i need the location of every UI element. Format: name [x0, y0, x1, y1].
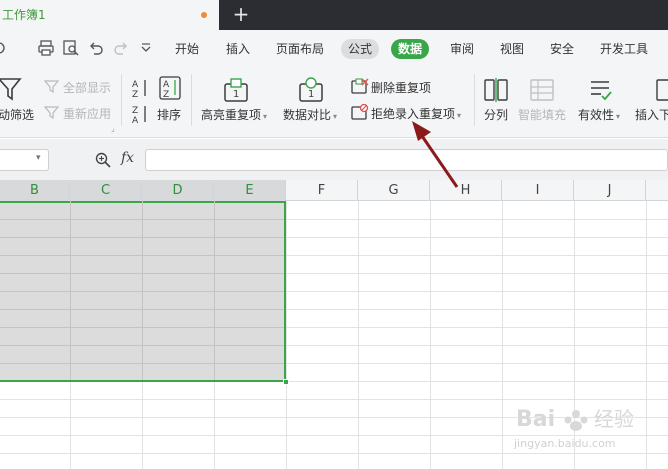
reapply-button[interactable]: 重新应用: [63, 105, 111, 122]
column-header-f[interactable]: F: [286, 180, 358, 201]
print-preview-icon[interactable]: [63, 40, 79, 56]
customize-toolbar-icon[interactable]: [139, 40, 153, 56]
menu-data[interactable]: 数据: [391, 39, 430, 59]
menu-view[interactable]: 视图: [493, 39, 531, 59]
ribbon-separator: [121, 74, 122, 126]
svg-text:经验: 经验: [594, 407, 634, 431]
selected-column-gridline: [214, 201, 215, 380]
split-column-button[interactable]: 分列: [484, 106, 508, 123]
reject-duplicate-entry-label: 拒绝录入重复项: [371, 107, 456, 121]
svg-text:1: 1: [233, 89, 239, 100]
sort-ascending-icon[interactable]: AZ: [131, 78, 149, 101]
highlight-duplicates-button[interactable]: 高亮重复项 ▾: [201, 106, 267, 123]
menu-page-layout[interactable]: 页面布局: [269, 39, 331, 59]
data-compare-icon[interactable]: 1: [298, 77, 326, 106]
column-gridline: [430, 201, 431, 469]
column-header-c[interactable]: C: [70, 180, 142, 201]
column-header-h[interactable]: H: [430, 180, 502, 201]
menu-developer[interactable]: 开发工具: [593, 39, 655, 59]
remove-duplicates-icon[interactable]: [351, 78, 369, 97]
ribbon-separator: [191, 74, 192, 126]
undo-history-icon[interactable]: [0, 40, 8, 56]
baidu-watermark-logo: Bai 经验 jingyan.baidu.com: [513, 407, 634, 450]
column-header-b[interactable]: B: [0, 180, 70, 201]
new-tab-button[interactable]: +: [231, 3, 251, 25]
menu-security[interactable]: 安全: [543, 39, 581, 59]
svg-text:Z: Z: [163, 90, 169, 100]
reject-duplicate-entry-icon[interactable]: [351, 103, 369, 123]
show-all-icon: [43, 79, 60, 96]
selected-column-gridline: [142, 201, 143, 380]
highlight-duplicates-label: 高亮重复项: [201, 108, 262, 122]
filter-group-expand-icon[interactable]: ⌟: [111, 124, 115, 133]
insert-dropdown-list-icon[interactable]: [656, 78, 668, 105]
menu-formula[interactable]: 公式: [341, 39, 380, 59]
sort-descending-icon[interactable]: AZ: [159, 76, 181, 103]
svg-text:1: 1: [308, 89, 314, 100]
menu-home[interactable]: 开始: [168, 39, 206, 59]
data-compare-button[interactable]: 数据对比 ▾: [283, 106, 337, 123]
svg-text:A: A: [163, 80, 170, 90]
column-gridline: [286, 201, 287, 469]
auto-filter-label[interactable]: 动筛选: [0, 106, 34, 123]
column-gridline: [502, 201, 503, 469]
dropdown-caret-icon: ▾: [457, 111, 462, 120]
dropdown-caret-icon: ▾: [333, 112, 338, 121]
name-box-caret-icon[interactable]: ▾: [36, 153, 41, 163]
data-validity-icon[interactable]: [589, 78, 613, 105]
svg-text:Z: Z: [132, 106, 138, 116]
remove-duplicates-button[interactable]: 删除重复项: [371, 79, 431, 96]
split-column-icon[interactable]: [484, 78, 508, 105]
ribbon-panel: [0, 66, 668, 138]
unsaved-indicator-dot: [201, 12, 207, 18]
dropdown-caret-icon: ▾: [616, 112, 621, 121]
show-all-button[interactable]: 全部显示: [63, 79, 111, 96]
reapply-icon: [43, 105, 60, 122]
column-gridline: [358, 201, 359, 469]
column-header-e[interactable]: E: [214, 180, 286, 201]
svg-text:A: A: [132, 80, 139, 90]
document-tab-title: 工作簿1: [2, 8, 46, 22]
data-compare-label: 数据对比: [283, 108, 332, 122]
formula-input[interactable]: [145, 149, 668, 171]
column-header-i[interactable]: I: [502, 180, 574, 201]
sort-custom-icon[interactable]: ZA: [131, 104, 149, 127]
column-header-d[interactable]: D: [142, 180, 214, 201]
svg-text:Bai: Bai: [516, 407, 555, 432]
column-header-g[interactable]: G: [358, 180, 430, 201]
reject-duplicate-entry-button[interactable]: 拒绝录入重复项 ▾: [371, 105, 461, 122]
menu-review[interactable]: 审阅: [443, 39, 481, 59]
redo-icon[interactable]: [113, 40, 129, 56]
smart-fill-icon: [530, 78, 554, 105]
auto-filter-icon[interactable]: [0, 76, 22, 105]
name-box[interactable]: [0, 149, 49, 171]
insert-dropdown-list-button[interactable]: 插入下: [635, 106, 668, 123]
insert-function-button[interactable]: fx: [121, 150, 134, 166]
data-validity-label: 有效性: [578, 108, 615, 122]
dropdown-caret-icon: ▾: [263, 112, 268, 121]
print-icon[interactable]: [38, 40, 54, 56]
selected-column-gridline: [70, 201, 71, 380]
column-header-j[interactable]: J: [574, 180, 646, 201]
svg-text:Z: Z: [132, 90, 138, 98]
sort-button[interactable]: 排序: [157, 106, 181, 123]
menu-insert[interactable]: 插入: [219, 39, 257, 59]
svg-text:jingyan.baidu.com: jingyan.baidu.com: [513, 437, 616, 450]
svg-text:A: A: [132, 116, 139, 124]
ribbon-separator: [474, 74, 475, 126]
highlight-duplicates-icon[interactable]: 1: [223, 77, 251, 106]
undo-icon[interactable]: [88, 40, 104, 56]
data-validity-button[interactable]: 有效性 ▾: [578, 106, 620, 123]
smart-fill-button[interactable]: 智能填充: [518, 106, 566, 123]
fill-handle[interactable]: [283, 379, 289, 385]
zoom-search-icon[interactable]: [95, 152, 111, 168]
